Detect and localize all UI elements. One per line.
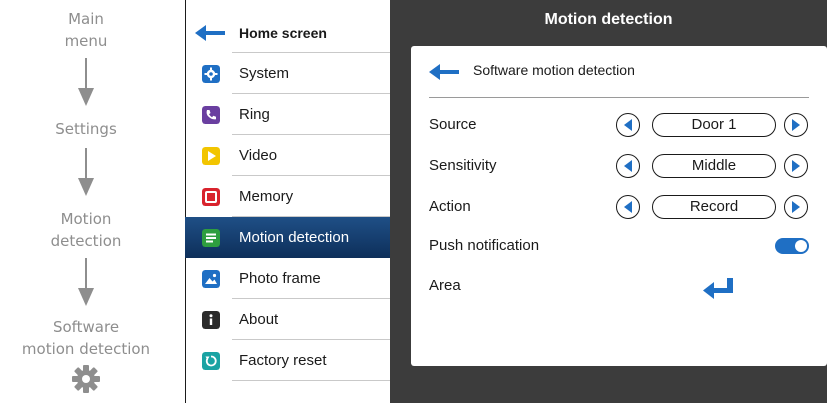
flow-step-line: Main xyxy=(68,10,104,28)
navigation-flow: Main menu Settings Motion detection Soft… xyxy=(0,0,172,403)
source-next-button[interactable] xyxy=(784,113,808,137)
settings-card: Software motion detection Source Door 1 … xyxy=(411,46,827,366)
area-label: Area xyxy=(429,277,461,294)
info-icon xyxy=(202,310,220,329)
menu-item-label: Factory reset xyxy=(239,352,327,369)
menu-item-label: Motion detection xyxy=(239,229,350,246)
memory-icon xyxy=(202,187,220,206)
menu-item-memory[interactable]: Memory xyxy=(185,176,390,217)
gear-icon xyxy=(202,64,220,83)
source-row: Source Door 1 xyxy=(411,105,827,145)
triangle-right-icon xyxy=(792,119,800,131)
sensitivity-next-button[interactable] xyxy=(784,154,808,178)
sensitivity-row: Sensitivity Middle xyxy=(411,146,827,186)
settings-menu: Home screen System Ring Video Memory Mot… xyxy=(185,0,390,403)
gear-icon xyxy=(72,365,100,393)
flow-step-line: menu xyxy=(64,32,108,50)
card-header: Software motion detection xyxy=(411,46,827,98)
action-value: Record xyxy=(652,195,776,219)
triangle-left-icon xyxy=(624,119,632,131)
flow-step-line: Motion xyxy=(60,210,112,228)
menu-item-system[interactable]: System xyxy=(185,53,390,94)
source-value: Door 1 xyxy=(652,113,776,137)
flow-down-arrow-icon xyxy=(78,258,94,306)
action-label: Action xyxy=(429,198,471,215)
flow-down-arrow-icon xyxy=(78,58,94,106)
flow-step-line: Software xyxy=(52,318,120,336)
action-next-button[interactable] xyxy=(784,195,808,219)
triangle-right-icon xyxy=(792,201,800,213)
back-arrow-icon xyxy=(195,24,225,41)
menu-item-video[interactable]: Video xyxy=(185,135,390,176)
flow-step-settings: Settings xyxy=(0,118,172,140)
sensitivity-label: Sensitivity xyxy=(429,157,497,174)
push-notification-toggle[interactable] xyxy=(775,238,809,254)
menu-item-label: Memory xyxy=(239,188,294,205)
toggle-knob xyxy=(795,240,807,252)
menu-item-label: Home screen xyxy=(239,24,327,41)
triangle-right-icon xyxy=(792,160,800,172)
menu-item-label: Video xyxy=(239,147,278,164)
device-screen: Home screen System Ring Video Memory Mot… xyxy=(185,0,827,403)
menu-item-label: System xyxy=(239,65,290,82)
action-prev-button[interactable] xyxy=(616,195,640,219)
menu-item-ring[interactable]: Ring xyxy=(185,94,390,135)
back-arrow-icon[interactable] xyxy=(429,64,459,80)
push-notification-row: Push notification xyxy=(411,226,827,266)
push-notification-label: Push notification xyxy=(429,237,540,254)
action-row: Action Record xyxy=(411,187,827,227)
menu-separator xyxy=(232,380,390,381)
menu-item-label: Photo frame xyxy=(239,270,321,287)
menu-item-label: About xyxy=(239,311,279,328)
phone-icon xyxy=(202,105,220,124)
menu-item-about[interactable]: About xyxy=(185,299,390,340)
menu-item-photo-frame[interactable]: Photo frame xyxy=(185,258,390,299)
flow-step-line: motion detection xyxy=(21,340,151,358)
flow-step-line: detection xyxy=(50,232,122,250)
enter-icon[interactable] xyxy=(703,278,735,300)
content-panel: Motion detection Software motion detecti… xyxy=(390,0,827,403)
picture-icon xyxy=(202,269,220,288)
triangle-left-icon xyxy=(624,201,632,213)
card-title: Software motion detection xyxy=(473,62,635,78)
flow-step-software-motion-detection: Software motion detection xyxy=(0,316,172,360)
menu-item-motion-detection[interactable]: Motion detection xyxy=(185,217,390,258)
source-label: Source xyxy=(429,116,477,133)
flow-step-main-menu: Main menu xyxy=(0,8,172,52)
flow-down-arrow-icon xyxy=(78,148,94,196)
flow-step-motion-detection: Motion detection xyxy=(0,208,172,252)
page-title: Motion detection xyxy=(544,11,673,28)
flow-step-line: Settings xyxy=(55,120,117,138)
reset-icon xyxy=(202,351,220,370)
sensitivity-prev-button[interactable] xyxy=(616,154,640,178)
play-icon xyxy=(202,146,220,165)
home-screen-button[interactable]: Home screen xyxy=(185,12,390,53)
menu-item-label: Ring xyxy=(239,106,270,123)
area-row: Area xyxy=(411,266,827,306)
sensitivity-value: Middle xyxy=(652,154,776,178)
list-icon xyxy=(202,228,220,247)
card-divider xyxy=(429,97,809,98)
source-prev-button[interactable] xyxy=(616,113,640,137)
triangle-left-icon xyxy=(624,160,632,172)
menu-item-factory-reset[interactable]: Factory reset xyxy=(185,340,390,381)
